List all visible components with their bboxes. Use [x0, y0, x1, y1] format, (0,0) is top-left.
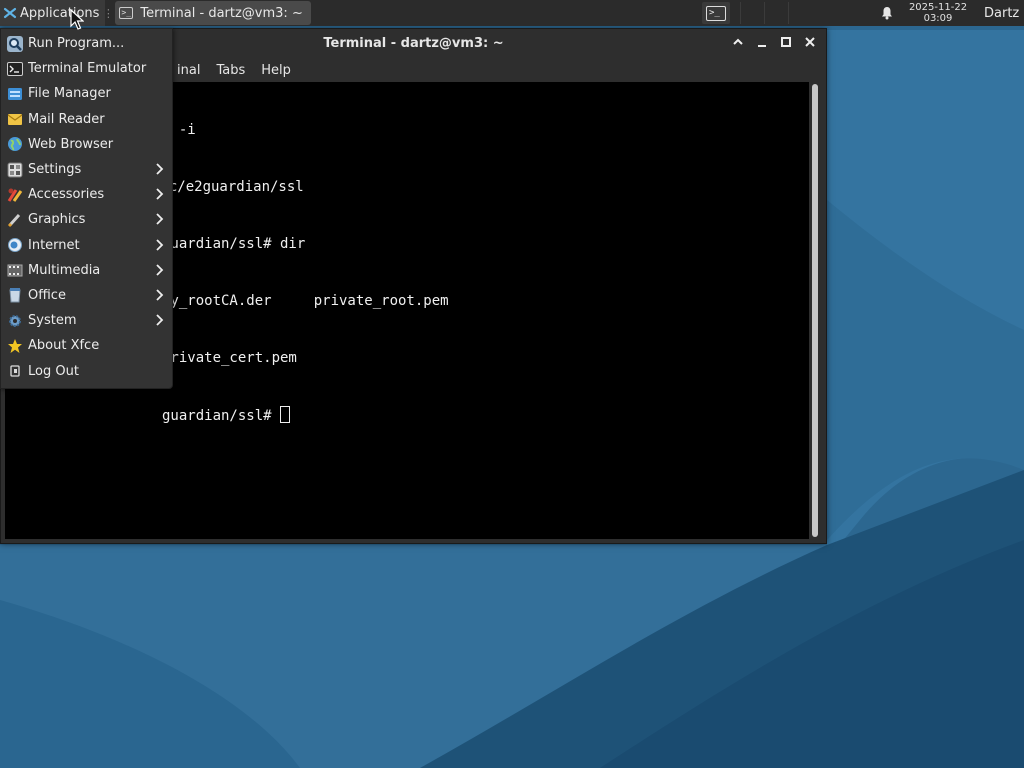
workspace-1[interactable] [740, 2, 764, 24]
menu-item-web-browser[interactable]: Web Browser [1, 132, 172, 157]
chevron-right-icon [156, 238, 164, 251]
scrollbar-thumb[interactable] [812, 84, 818, 537]
file-manager-icon [7, 86, 23, 102]
menu-tabs[interactable]: Tabs [216, 63, 245, 78]
menu-item-office[interactable]: Office [1, 283, 172, 308]
chevron-right-icon [156, 213, 164, 225]
workspace-3[interactable] [788, 2, 812, 24]
xfce-logo-icon [3, 7, 17, 19]
window-title: Terminal - dartz@vm3: ~ [323, 35, 504, 51]
search-icon [7, 35, 23, 52]
panel-clock[interactable]: 2025-11-22 03:09 [902, 2, 974, 24]
panel-separator: ⋮ [102, 6, 114, 20]
menu-item-label: Office [28, 287, 66, 303]
workspace-2[interactable] [764, 2, 788, 24]
mouse-pointer-icon [70, 9, 84, 30]
menu-item-terminal-emulator[interactable]: Terminal Emulator [1, 56, 172, 81]
window-controls [730, 34, 818, 50]
applications-label: Applications [20, 5, 100, 21]
graphics-icon [7, 212, 23, 228]
menu-item-label: Web Browser [28, 136, 114, 152]
applications-menu-button[interactable]: Applications [0, 0, 106, 26]
menu-item-label: Multimedia [28, 262, 101, 278]
internet-icon [7, 237, 23, 253]
notification-bell-icon[interactable] [872, 6, 902, 20]
menu-item-log-out[interactable]: Log Out [1, 358, 172, 383]
chevron-right-icon [156, 289, 164, 301]
terminal-icon: >_ [706, 5, 726, 21]
menu-help[interactable]: Help [261, 63, 291, 78]
menu-item-internet[interactable]: Internet [1, 233, 172, 258]
menu-terminal[interactable]: inal [177, 63, 200, 78]
menu-item-system[interactable]: System [1, 308, 172, 333]
star-icon [7, 338, 23, 354]
terminal-icon [7, 61, 23, 77]
terminal-prompt-line: guardian/ssl# [162, 408, 281, 424]
menu-item-about-xfce[interactable]: About Xfce [1, 333, 172, 358]
menu-item-label: File Manager [28, 86, 111, 102]
gear-icon [7, 313, 23, 329]
close-icon[interactable] [802, 34, 818, 50]
menu-item-mail-reader[interactable]: Mail Reader [1, 107, 172, 132]
clock-time: 03:09 [923, 13, 953, 24]
menu-item-accessories[interactable]: Accessories [1, 182, 172, 207]
top-panel: Applications ⋮ >_ Terminal - dartz@vm3: … [0, 0, 1024, 26]
menu-item-graphics[interactable]: Graphics [1, 207, 172, 232]
applications-menu: Run Program... Terminal Emulator File Ma… [0, 28, 173, 389]
chevron-right-icon [156, 163, 164, 175]
maximize-icon[interactable] [778, 34, 794, 50]
menu-item-label: Graphics [28, 212, 86, 228]
terminal-icon: >_ [119, 7, 134, 19]
menu-item-label: Internet [28, 237, 80, 253]
accessories-icon [7, 187, 23, 203]
chevron-right-icon [156, 314, 164, 326]
clock-date: 2025-11-22 [908, 2, 968, 13]
taskbar-terminal-title: Terminal - dartz@vm3: ~ [140, 5, 303, 21]
menu-item-label: Run Program... [28, 36, 125, 52]
office-icon [7, 287, 23, 303]
menu-item-label: About Xfce [28, 338, 100, 354]
workspace-switcher[interactable] [740, 2, 812, 24]
menu-item-label: Terminal Emulator [28, 61, 147, 77]
menu-item-run-program[interactable]: Run Program... [1, 31, 172, 56]
menu-item-label: Settings [28, 162, 82, 178]
chevron-right-icon [156, 188, 164, 200]
settings-icon [7, 162, 23, 178]
globe-icon [7, 136, 23, 152]
terminal-cursor [280, 406, 291, 423]
menu-item-label: Accessories [28, 187, 105, 203]
terminal-scrollbar[interactable] [811, 84, 819, 537]
chevron-up-icon[interactable] [730, 34, 746, 50]
minimize-icon[interactable] [754, 34, 770, 50]
menu-item-settings[interactable]: Settings [1, 157, 172, 182]
menu-item-label: System [28, 313, 77, 329]
menu-item-label: Mail Reader [28, 111, 105, 127]
logout-icon [7, 363, 23, 379]
multimedia-icon [7, 262, 23, 278]
user-menu[interactable]: Dartz [984, 6, 1024, 21]
menu-item-label: Log Out [28, 363, 79, 379]
panel-terminal-launcher[interactable]: >_ [702, 2, 730, 24]
menu-item-file-manager[interactable]: File Manager [1, 81, 172, 106]
mail-icon [7, 111, 23, 127]
chevron-right-icon [156, 264, 164, 276]
taskbar-terminal-button[interactable]: >_ Terminal - dartz@vm3: ~ [115, 1, 311, 25]
menu-item-multimedia[interactable]: Multimedia [1, 258, 172, 283]
